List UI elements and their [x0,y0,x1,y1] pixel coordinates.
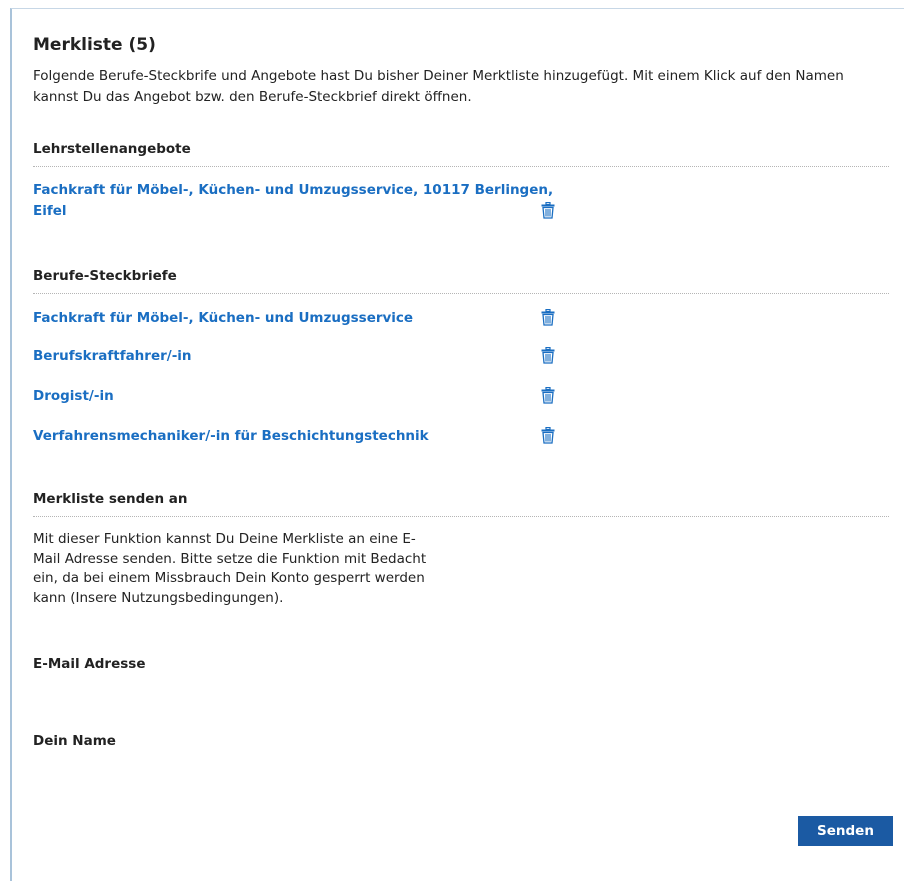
email-label: E-Mail Adresse [33,656,146,672]
profile-link-1[interactable]: Berufskraftfahrer/-in [33,346,573,367]
trash-icon-graphic [541,309,555,326]
trash-icon[interactable] [541,347,555,364]
page-title: Merkliste (5) [33,35,156,55]
name-label: Dein Name [33,733,116,749]
profile-link-2[interactable]: Drogist/-in [33,386,573,407]
section-heading-send: Merkliste senden an [33,491,889,517]
section-heading-profiles: Berufe-Steckbriefe [33,268,889,294]
trash-icon[interactable] [541,427,555,444]
intro-text: Folgende Berufe-Steckbrife und Angebote … [33,68,844,105]
profile-link-3[interactable]: Verfahrensmechaniker/-in für Beschichtun… [33,426,573,447]
trash-icon-graphic [541,202,555,219]
trash-icon[interactable] [541,309,555,326]
name-field[interactable] [33,757,428,783]
apprenticeship-link-0[interactable]: Fachkraft für Möbel-, Küchen- und Umzugs… [33,180,573,222]
trash-icon-graphic [541,427,555,444]
email-field[interactable] [33,680,428,706]
send-button[interactable]: Senden [798,816,893,846]
trash-icon[interactable] [541,387,555,404]
trash-icon-graphic [541,347,555,364]
send-description: Mit dieser Funktion kannst Du Deine Merk… [33,531,427,606]
trash-icon[interactable] [541,202,555,219]
profile-link-0[interactable]: Fachkraft für Möbel-, Küchen- und Umzugs… [33,308,573,329]
section-heading-apprenticeships: Lehrstellenangebote [33,141,889,167]
trash-icon-graphic [541,387,555,404]
